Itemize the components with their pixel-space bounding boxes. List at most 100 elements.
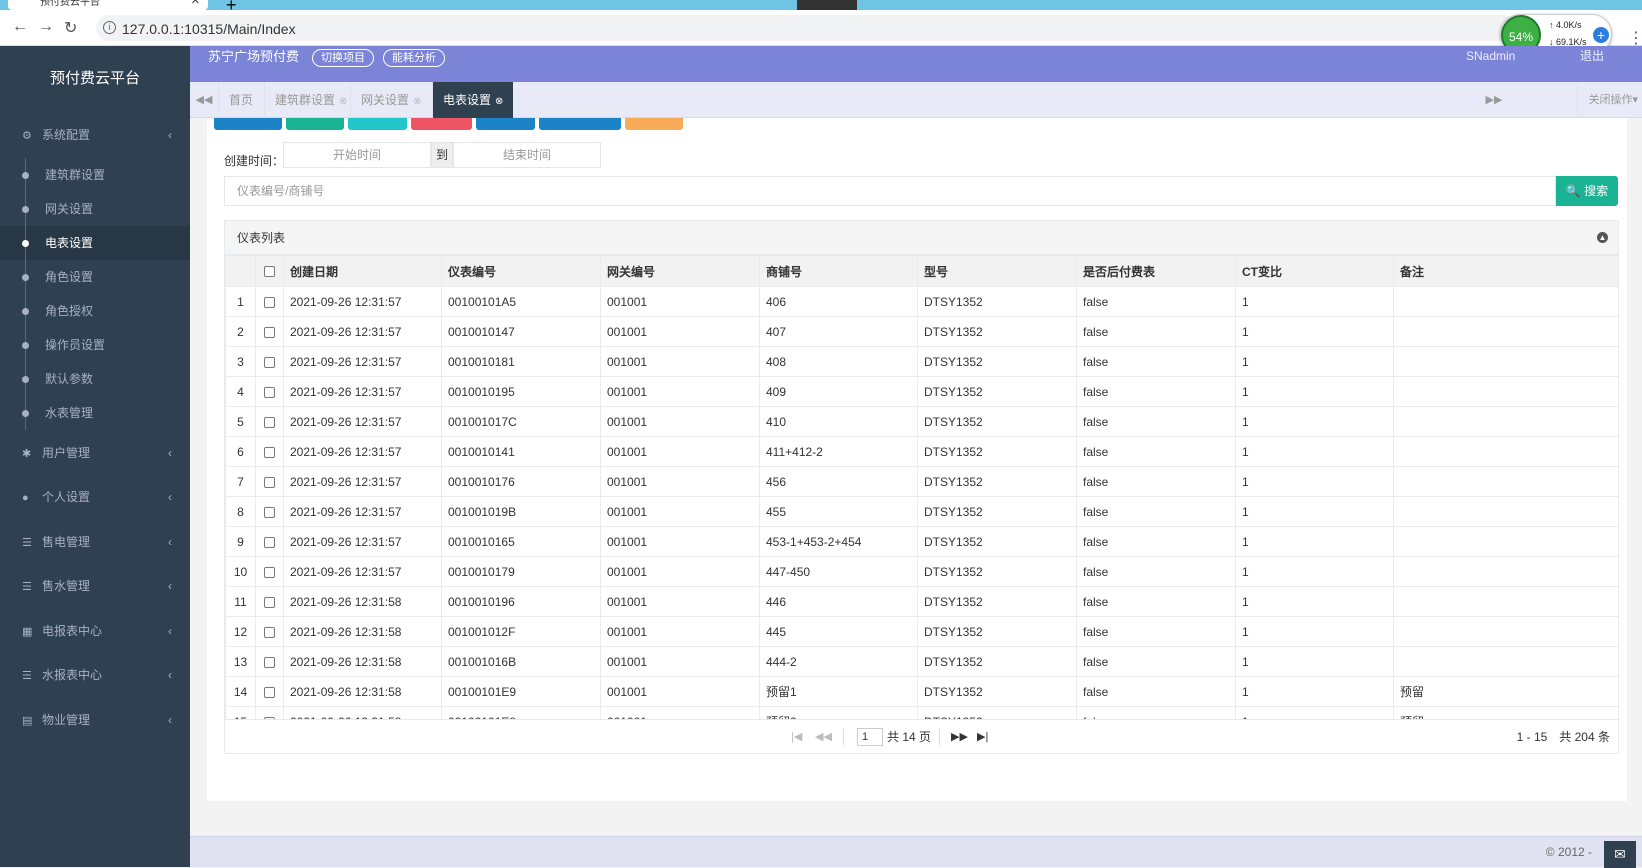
toolbar-button-3[interactable] (411, 118, 472, 130)
plus-icon[interactable]: + (1593, 27, 1609, 43)
checkbox[interactable] (264, 416, 275, 428)
sidebar-group-4[interactable]: ▦ 电报表中心 ‹ (0, 608, 190, 653)
forward-icon[interactable]: → (38, 18, 54, 36)
toolbar-button-5[interactable] (539, 118, 621, 130)
table-row[interactable]: 8 2021-09-26 12:31:57 001001019B 001001 455 D… (225, 496, 1619, 527)
column-header[interactable]: 创建日期 (283, 255, 442, 287)
row-checkbox-cell[interactable] (255, 586, 284, 617)
url-input[interactable]: i 127.0.0.1:10315/Main/Index (96, 15, 1516, 41)
table-row[interactable]: 1 2021-09-26 12:31:57 00100101A5 001001 406 D… (225, 286, 1619, 317)
close-operations-menu[interactable]: 关闭操作▾ (1577, 82, 1642, 118)
sidebar-item-3[interactable]: 角色设置 (0, 260, 190, 294)
select-all-checkbox[interactable] (255, 255, 284, 287)
start-date-input[interactable]: 开始时间 (283, 142, 431, 168)
row-checkbox-cell[interactable] (255, 556, 284, 587)
table-row[interactable]: 9 2021-09-26 12:31:57 0010010165 001001 453-… (225, 526, 1619, 557)
first-page-icon[interactable]: |◀ (791, 720, 802, 754)
checkbox[interactable] (264, 626, 275, 638)
logout-link[interactable]: 退出 (1580, 46, 1604, 66)
column-header[interactable]: 备注 (1393, 255, 1619, 287)
checkbox[interactable] (264, 356, 275, 368)
tabs-prev-icon[interactable]: ◀◀ (190, 82, 218, 118)
tab-0[interactable]: 首页 (218, 82, 263, 118)
table-row[interactable]: 6 2021-09-26 12:31:57 0010010141 001001 411+… (225, 436, 1619, 467)
row-checkbox-cell[interactable] (255, 436, 284, 467)
row-checkbox-cell[interactable] (255, 676, 284, 707)
row-checkbox-cell[interactable] (255, 526, 284, 557)
row-checkbox-cell[interactable] (255, 406, 284, 437)
row-checkbox-cell[interactable] (255, 616, 284, 647)
sidebar-group-3[interactable]: ☰ 售水管理 ‹ (0, 563, 190, 608)
row-checkbox-cell[interactable] (255, 466, 284, 497)
toolbar-button-4[interactable] (476, 118, 535, 130)
user-name[interactable]: SNadmin (1466, 46, 1515, 66)
chat-icon[interactable]: ✉ (1604, 841, 1636, 868)
table-row[interactable]: 14 2021-09-26 12:31:58 00100101E9 001001 预留1… (225, 676, 1619, 707)
back-icon[interactable]: ← (12, 18, 28, 36)
checkbox[interactable] (264, 266, 275, 278)
browser-dropdown[interactable] (797, 0, 857, 10)
browser-tab[interactable]: 预付费云平台 ✕ (8, 0, 208, 10)
row-checkbox-cell[interactable] (255, 496, 284, 527)
tabs-next-icon[interactable]: ▶▶ (1480, 82, 1508, 118)
checkbox[interactable] (264, 536, 275, 548)
table-row[interactable]: 3 2021-09-26 12:31:57 0010010181 001001 408 D… (225, 346, 1619, 377)
column-header[interactable]: 仪表编号 (441, 255, 601, 287)
checkbox[interactable] (264, 506, 275, 518)
close-icon[interactable]: ✕ (191, 0, 200, 7)
reload-icon[interactable]: ↻ (64, 18, 77, 38)
close-icon[interactable]: ⊗ (413, 84, 421, 120)
table-row[interactable]: 12 2021-09-26 12:31:58 001001012F 001001 445… (225, 616, 1619, 647)
info-icon[interactable]: i (103, 21, 116, 34)
table-row[interactable]: 10 2021-09-26 12:31:57 0010010179 001001 447… (225, 556, 1619, 587)
table-row[interactable]: 13 2021-09-26 12:31:58 001001016B 001001 444… (225, 646, 1619, 677)
tab-2[interactable]: 网关设置 ⊗ (350, 82, 431, 118)
column-header[interactable]: 商铺号 (759, 255, 918, 287)
row-checkbox-cell[interactable] (255, 376, 284, 407)
checkbox[interactable] (264, 446, 275, 458)
last-page-icon[interactable]: ▶| (977, 720, 988, 754)
page-number-input[interactable]: 1 (857, 728, 883, 746)
column-header[interactable]: 型号 (917, 255, 1077, 287)
sidebar-group-2[interactable]: ☰ 售电管理 ‹ (0, 519, 190, 564)
table-row[interactable]: 5 2021-09-26 12:31:57 001001017C 001001 410 D… (225, 406, 1619, 437)
checkbox[interactable] (264, 476, 275, 488)
sidebar-item-4[interactable]: 角色授权 (0, 294, 190, 328)
column-header[interactable]: 是否后付费表 (1076, 255, 1236, 287)
sidebar-group-1[interactable]: ● 个人设置 ‹ (0, 474, 190, 519)
table-row[interactable]: 11 2021-09-26 12:31:58 0010010196 001001 446… (225, 586, 1619, 617)
sidebar-group-6[interactable]: ▤ 物业管理 ‹ (0, 697, 190, 742)
checkbox[interactable] (264, 326, 275, 338)
energy-analysis-button[interactable]: 能耗分析 (383, 49, 445, 67)
prev-page-icon[interactable]: ◀◀ (815, 720, 832, 754)
sidebar-item-7[interactable]: 水表管理 (0, 396, 190, 430)
sidebar-item-1[interactable]: 网关设置 (0, 192, 190, 226)
next-page-icon[interactable]: ▶▶ (951, 720, 968, 754)
row-checkbox-cell[interactable] (255, 346, 284, 377)
table-row[interactable]: 4 2021-09-26 12:31:57 0010010195 001001 409 D… (225, 376, 1619, 407)
checkbox[interactable] (264, 386, 275, 398)
close-icon[interactable]: ⊗ (339, 84, 347, 120)
table-row[interactable]: 2 2021-09-26 12:31:57 0010010147 001001 407 D… (225, 316, 1619, 347)
sidebar-group-0[interactable]: ✱ 用户管理 ‹ (0, 430, 190, 474)
sidebar-item-5[interactable]: 操作员设置 (0, 328, 190, 362)
toolbar-button-6[interactable] (625, 118, 683, 130)
checkbox[interactable] (264, 656, 275, 668)
sidebar-item-2[interactable]: 电表设置 (0, 226, 190, 260)
search-button[interactable]: 🔍 搜索 (1556, 176, 1618, 206)
tab-1[interactable]: 建筑群设置 ⊗ (264, 82, 357, 118)
sidebar-item-0[interactable]: 建筑群设置 (0, 158, 190, 192)
table-row[interactable]: 7 2021-09-26 12:31:57 0010010176 001001 456 D… (225, 466, 1619, 497)
switch-project-button[interactable]: 切换项目 (312, 49, 374, 67)
search-input[interactable]: 仪表编号/商铺号 (224, 176, 1556, 206)
row-checkbox-cell[interactable] (255, 316, 284, 347)
column-header[interactable]: 网关编号 (600, 255, 760, 287)
sidebar-item-6[interactable]: 默认参数 (0, 362, 190, 396)
end-date-input[interactable]: 结束时间 (453, 142, 601, 168)
sidebar-group-5[interactable]: ☰ 水报表中心 ‹ (0, 652, 190, 697)
sidebar-group-system[interactable]: ⚙ 系统配置 ‹ (0, 112, 190, 158)
checkbox[interactable] (264, 686, 275, 698)
column-header[interactable]: CT变比 (1235, 255, 1394, 287)
checkbox[interactable] (264, 296, 275, 308)
toolbar-button-1[interactable] (286, 118, 344, 130)
